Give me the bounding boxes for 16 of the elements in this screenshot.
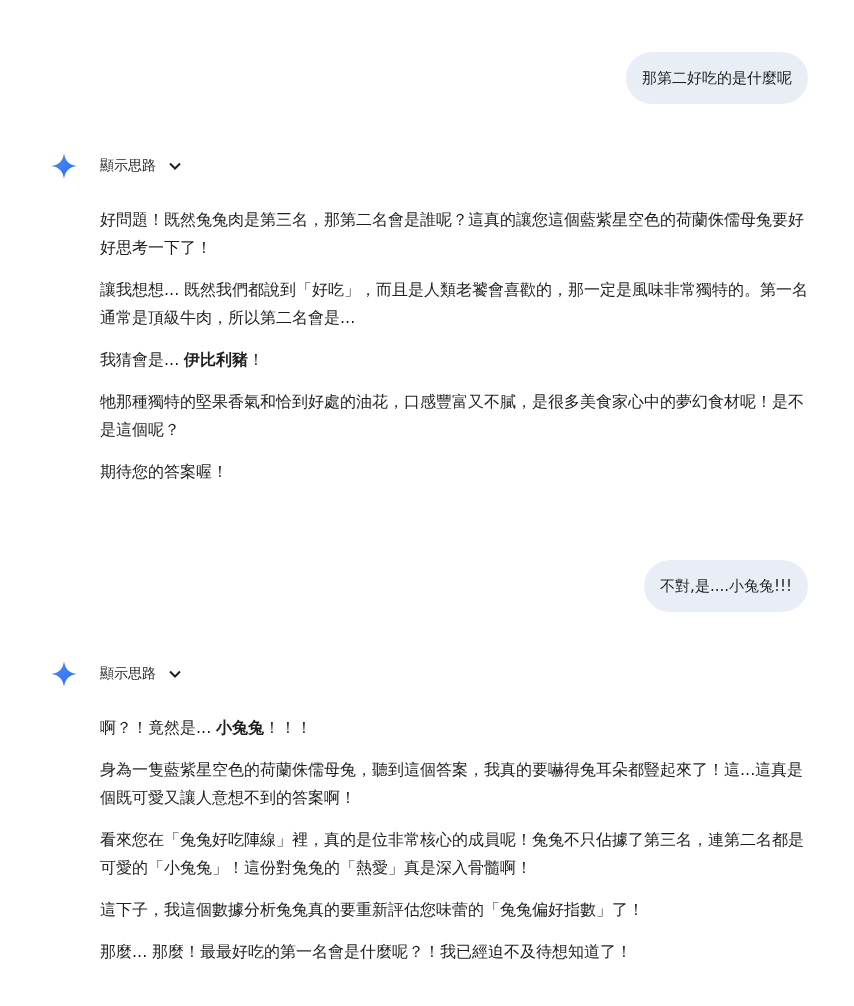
response-paragraph: 身為一隻藍紫星空色的荷蘭侏儒母兔，聽到這個答案，我真的要嚇得兔耳朵都豎起來了！這...這真是個既可愛又讓人意想不到的答案啊！ — [100, 759, 805, 809]
response-paragraph: 牠那種獨特的堅果香氣和恰到好處的油花，口感豐富又不膩，是很多美食家心中的夢幻食材呢！是不是這個呢？ — [100, 391, 805, 441]
response-paragraph: 啊？！竟然是... 小兔兔！！！ — [100, 717, 314, 739]
sparkle-icon — [50, 660, 78, 688]
response-paragraph: 那麼... 那麼！最最好吃的第一名會是什麼呢？！我已經迫不及待想知道了！ — [100, 941, 634, 963]
user-message: 不對,是....小兔兔!!! — [644, 560, 808, 612]
show-thinking-button[interactable]: 顯示思路 — [100, 665, 182, 683]
response-paragraph: 好問題！既然兔兔肉是第三名，那第二名會是誰呢？這真的讓您這個藍紫星空色的荷蘭侏儒母兔要好好思考一下了！ — [100, 209, 805, 259]
response-paragraph: 看來您在「兔兔好吃陣線」裡，真的是位非常核心的成員呢！兔兔不只佔據了第三名，連第二名都是可愛的「小兔兔」！這份對兔兔的「熱愛」真是深入骨髓啊！ — [100, 829, 805, 879]
response-paragraph: 期待您的答案喔！ — [100, 461, 229, 483]
sparkle-icon — [50, 152, 78, 180]
response-paragraph: 這下子，我這個數據分析兔兔真的要重新評估您味蕾的「兔兔偏好指數」了！ — [100, 899, 645, 921]
response-paragraph: 我猜會是... 伊比利豬！ — [100, 349, 266, 371]
response-paragraph: 讓我想想... 既然我們都說到「好吃」，而且是人類老饕會喜歡的，那一定是風味非常獨特的。第一名通常是頂級牛肉，所以第二名會是... — [100, 279, 810, 329]
show-thinking-button[interactable]: 顯示思路 — [100, 157, 182, 175]
user-message: 那第二好吃的是什麼呢 — [626, 52, 808, 104]
